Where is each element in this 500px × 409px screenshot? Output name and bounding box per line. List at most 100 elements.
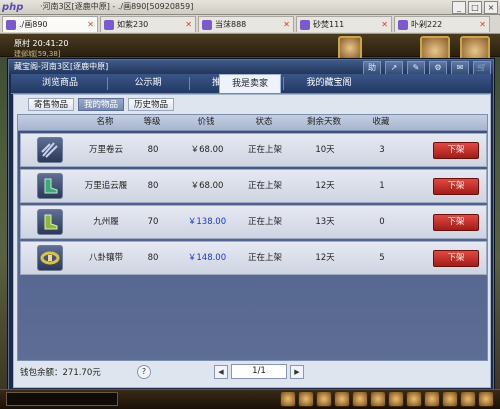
- item-favorites: 1: [379, 181, 385, 191]
- item-price: ￥148.00: [187, 253, 227, 263]
- belt-icon: [37, 245, 63, 271]
- party-member-portrait[interactable]: [338, 36, 362, 60]
- delist-button[interactable]: 下架: [433, 178, 479, 195]
- nav-divider: [283, 77, 284, 90]
- tab-label: 当莯888: [215, 20, 247, 29]
- subtab-consignment[interactable]: 寄售物品: [28, 98, 74, 111]
- table-row[interactable]: 万里卷云 80 ￥68.00 正在上架 10天 3 下架: [20, 133, 487, 167]
- game-tab-bar: ./画890 ✕ 如紫230 ✕ 当莯888 ✕ 砂焚111 ✕ 卟剁222 ✕: [0, 15, 500, 34]
- tab-label: ./画890: [19, 20, 48, 29]
- tab-seller[interactable]: 我是卖家: [219, 74, 281, 93]
- skill-icon[interactable]: [316, 391, 332, 407]
- delist-button[interactable]: 下架: [433, 142, 479, 159]
- game-tab-1[interactable]: ./画890 ✕: [2, 16, 98, 32]
- col-favorites: 收藏: [372, 117, 390, 127]
- map-coordinates: 建邺城[59,38]: [14, 50, 61, 58]
- subtab-my-items[interactable]: 我的物品: [78, 98, 124, 111]
- game-tab-5[interactable]: 卟剁222 ✕: [394, 16, 490, 32]
- next-page-button[interactable]: ▶: [290, 365, 304, 379]
- game-tab-3[interactable]: 当莯888 ✕: [198, 16, 294, 32]
- help-icon[interactable]: ?: [137, 365, 151, 379]
- chat-input[interactable]: [6, 392, 118, 406]
- item-days-left: 10天: [315, 145, 335, 155]
- tab-label: 砂焚111: [313, 20, 345, 29]
- items-table: 名称 等级 价钱 状态 剩余天数 收藏 万里卷云 80 ￥68.00 正在上架 …: [17, 114, 488, 361]
- tab-browse[interactable]: 浏览商品: [25, 74, 95, 93]
- item-favorites: 5: [379, 253, 385, 263]
- item-status: 正在上架: [247, 181, 282, 191]
- item-status: 正在上架: [247, 253, 282, 263]
- item-favorites: 3: [379, 145, 385, 155]
- skill-icon[interactable]: [388, 391, 404, 407]
- tab-publicity[interactable]: 公示期: [113, 74, 183, 93]
- table-row[interactable]: 九州履 70 ￥138.00 正在上架 13天 0 下架: [20, 205, 487, 239]
- skill-icon[interactable]: [406, 391, 422, 407]
- close-button[interactable]: ×: [484, 1, 498, 14]
- edit-icon[interactable]: ✎: [407, 61, 425, 75]
- wallet-balance: 钱包余额：271.70元: [20, 368, 101, 378]
- item-level: 80: [147, 253, 159, 263]
- character-avatar-icon: [300, 20, 310, 30]
- skill-icon[interactable]: [424, 391, 440, 407]
- item-days-left: 13天: [315, 217, 335, 227]
- treasure-pavilion-dialog: 藏宝阁-河南3区[逐鹿中原] 助 ↗ ✎ ⚙ ✉ 🛒 浏览商品 公示期 推荐商品…: [8, 59, 494, 390]
- tab-close-icon[interactable]: ✕: [185, 17, 192, 32]
- help-button[interactable]: 助: [363, 61, 381, 75]
- skill-icon[interactable]: [370, 391, 386, 407]
- subtab-history[interactable]: 历史物品: [128, 98, 174, 111]
- item-price: ￥68.00: [190, 181, 224, 191]
- prev-page-button[interactable]: ◀: [214, 365, 228, 379]
- cart-icon[interactable]: 🛒: [473, 61, 491, 75]
- panel-footer: 钱包余额：271.70元 ? ◀ 1/1 ▶: [14, 361, 490, 387]
- tab-close-icon[interactable]: ✕: [381, 17, 388, 32]
- tab-close-icon[interactable]: ✕: [283, 17, 290, 32]
- tab-label: 如紫230: [117, 20, 149, 29]
- item-status: 正在上架: [247, 217, 282, 227]
- character-avatar-icon: [6, 20, 16, 30]
- table-row[interactable]: 万里追云履 80 ￥68.00 正在上架 12天 1 下架: [20, 169, 487, 203]
- item-price: ￥138.00: [187, 217, 227, 227]
- col-name: 名称: [96, 117, 114, 127]
- share-icon[interactable]: ↗: [385, 61, 403, 75]
- tab-my-pavilion[interactable]: 我的藏宝阁: [289, 74, 369, 93]
- dialog-title: 藏宝阁-河南3区[逐鹿中原]: [14, 62, 109, 71]
- window-title: ·河南3区[逐鹿中原] - ./画890[50920859]: [40, 2, 194, 11]
- skill-icon[interactable]: [352, 391, 368, 407]
- game-tab-2[interactable]: 如紫230 ✕: [100, 16, 196, 32]
- skill-icon[interactable]: [334, 391, 350, 407]
- maximize-button[interactable]: □: [468, 1, 482, 14]
- item-name: 九州履: [93, 217, 119, 227]
- nav-divider: [107, 77, 108, 90]
- minimize-button[interactable]: _: [452, 1, 466, 14]
- delist-button[interactable]: 下架: [433, 214, 479, 231]
- delist-button[interactable]: 下架: [433, 250, 479, 267]
- mail-icon[interactable]: ✉: [451, 61, 469, 75]
- dialog-titlebar: 藏宝阁-河南3区[逐鹿中原] 助 ↗ ✎ ⚙ ✉ 🛒: [9, 60, 493, 75]
- item-favorites: 0: [379, 217, 385, 227]
- nav-divider: [189, 77, 190, 90]
- item-name: 万里卷云: [88, 145, 123, 155]
- tab-label: 卟剁222: [411, 20, 443, 29]
- item-days-left: 12天: [315, 181, 335, 191]
- table-row[interactable]: 八卦镶带 80 ￥148.00 正在上架 12天 5 下架: [20, 241, 487, 275]
- skill-icon[interactable]: [298, 391, 314, 407]
- character-avatar-icon: [104, 20, 114, 30]
- skill-icon[interactable]: [442, 391, 458, 407]
- boots-icon: [37, 209, 63, 235]
- game-tab-4[interactable]: 砂焚111 ✕: [296, 16, 392, 32]
- item-level: 80: [147, 145, 159, 155]
- gear-icon[interactable]: ⚙: [429, 61, 447, 75]
- skill-icon[interactable]: [460, 391, 476, 407]
- tab-close-icon[interactable]: ✕: [87, 17, 94, 32]
- skill-icon[interactable]: [280, 391, 296, 407]
- item-name: 万里追云履: [84, 181, 128, 191]
- game-clock: 原村 20:41:20: [14, 39, 69, 48]
- item-level: 80: [147, 181, 159, 191]
- item-status: 正在上架: [247, 145, 282, 155]
- content-panel: 寄售物品 我的物品 历史物品 名称 等级 价钱 状态 剩余天数 收藏 万里卷云 …: [13, 94, 491, 388]
- skill-icon[interactable]: [478, 391, 494, 407]
- boots-icon: [37, 173, 63, 199]
- main-nav: 浏览商品 公示期 推荐商品 我是卖家 我的藏宝阁: [11, 74, 491, 94]
- tab-close-icon[interactable]: ✕: [479, 17, 486, 32]
- table-header: 名称 等级 价钱 状态 剩余天数 收藏: [18, 115, 487, 131]
